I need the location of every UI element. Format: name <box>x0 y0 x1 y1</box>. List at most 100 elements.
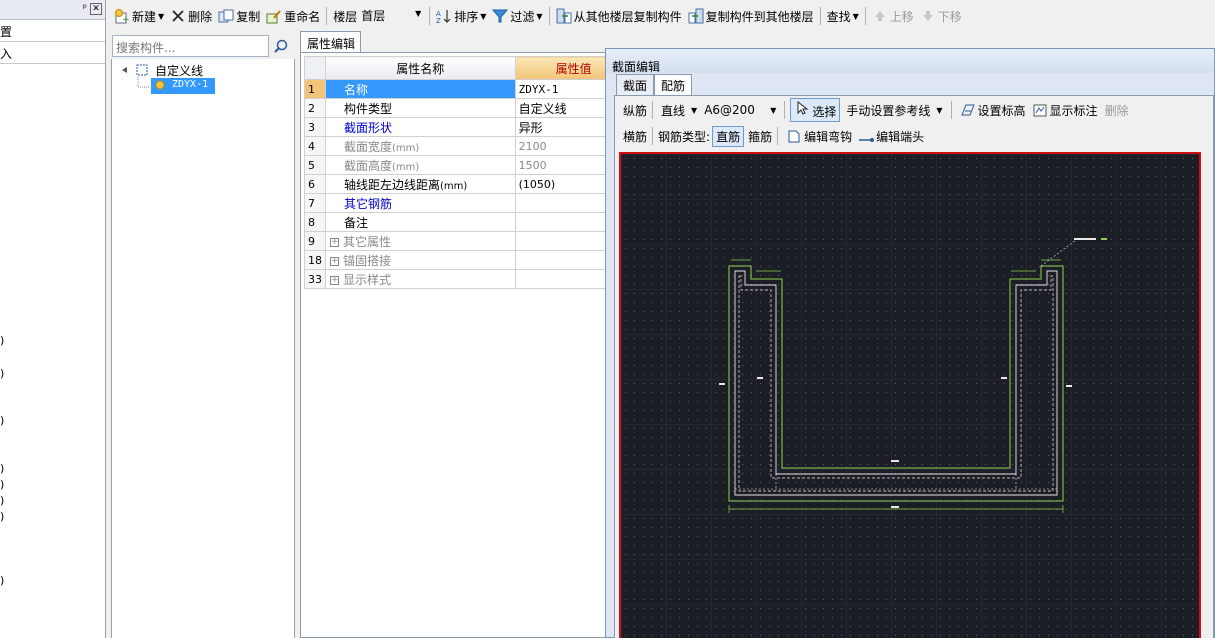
copy-from-floor-button[interactable]: 从其他楼层复制构件 <box>553 5 685 27</box>
left-panel-text: ) <box>0 494 5 507</box>
delete-label: 删除 <box>188 9 213 24</box>
table-row[interactable]: 8 备注 <box>304 212 608 232</box>
move-down-button[interactable]: 下移 <box>917 5 965 27</box>
table-row[interactable]: 1 名称 ZDYX-1 <box>304 79 608 99</box>
property-group-cell[interactable]: + 锚固搭接 <box>325 250 516 270</box>
manual-reference-label: 手动设置参考线 <box>846 103 931 118</box>
tree-child-selection[interactable]: ZDYX-1 <box>151 78 215 94</box>
index-header <box>304 56 326 80</box>
delete-button[interactable]: 删除 <box>1105 102 1129 119</box>
row-index: 6 <box>304 174 326 194</box>
table-row[interactable]: 3 截面形状 异形 <box>304 117 608 137</box>
copy-from-floor-icon <box>556 8 572 24</box>
left-panel-item[interactable]: 入 <box>0 42 105 64</box>
copy-button[interactable]: 复制 <box>215 5 263 27</box>
table-row[interactable]: 6 轴线距左边线距离(mm) (1050) <box>304 174 608 194</box>
toolbar-separator <box>819 7 821 25</box>
move-up-button[interactable]: 上移 <box>869 5 917 27</box>
property-name[interactable]: 其它钢筋 <box>325 193 516 213</box>
floor-selector[interactable]: 楼层 首层 ▼ <box>330 5 426 27</box>
pin-icon[interactable]: ᵖ <box>83 3 87 14</box>
show-marks-button[interactable]: 显示标注 <box>1032 102 1098 119</box>
property-value[interactable]: ZDYX-1 <box>514 79 608 99</box>
property-name[interactable]: 备注 <box>325 212 516 232</box>
toolbar-separator <box>548 7 550 25</box>
toolbar-separator <box>784 101 786 119</box>
expand-plus-icon[interactable]: + <box>330 256 339 266</box>
dimension-label <box>891 460 899 462</box>
manual-reference-line-dropdown[interactable]: 手动设置参考线 ▼ <box>846 102 942 119</box>
table-row[interactable]: 9 + 其它属性 <box>304 231 608 251</box>
line-type-dropdown[interactable]: 直线 ▼ <box>661 102 697 119</box>
table-row[interactable]: 18 + 锚固搭接 <box>304 250 608 270</box>
property-value[interactable]: (1050) <box>514 174 608 194</box>
property-value[interactable]: 2100 <box>514 136 608 156</box>
property-group-cell[interactable]: + 显示样式 <box>325 269 516 289</box>
component-icon <box>154 79 166 94</box>
property-name[interactable]: 构件类型 <box>325 98 516 118</box>
rename-label: 重命名 <box>284 9 321 24</box>
floor-dropdown[interactable]: 首层 ▼ <box>361 7 423 25</box>
rebar-spec-dropdown[interactable]: A6@200 ▼ <box>704 103 776 117</box>
cad-drawing[interactable] <box>621 154 1201 638</box>
tab-property-edit[interactable]: 属性编辑 <box>300 31 361 52</box>
copy-to-floor-icon <box>688 8 704 24</box>
property-name-cell[interactable]: 截面宽度(mm) <box>325 136 516 156</box>
find-button[interactable]: 查找 ▼ <box>824 5 862 27</box>
property-value[interactable] <box>514 193 608 213</box>
stirrup-button[interactable]: 箍筋 <box>748 128 772 145</box>
component-tree: 自定义线 ZDYX-1 <box>111 59 295 638</box>
longitudinal-label: 纵筋 <box>623 103 648 118</box>
edit-hook-button[interactable]: 编辑弯钩 <box>786 128 852 145</box>
sort-label: 排序 <box>454 9 479 24</box>
property-value[interactable] <box>514 212 608 232</box>
search-input[interactable]: 搜索构件... <box>112 35 269 57</box>
toolbar-separator <box>864 7 866 25</box>
property-name-cell[interactable]: 轴线距左边线距离(mm) <box>325 174 516 194</box>
table-row[interactable]: 2 构件类型 自定义线 <box>304 98 608 118</box>
property-value[interactable]: 异形 <box>514 117 608 137</box>
filter-label: 过滤 <box>510 9 535 24</box>
filter-button[interactable]: 过滤 ▼ <box>489 5 545 27</box>
tab-section[interactable]: 截面 <box>616 74 655 95</box>
property-value[interactable] <box>514 250 608 270</box>
section-drawing-canvas[interactable] <box>619 152 1201 638</box>
property-value[interactable] <box>514 269 608 289</box>
delete-button[interactable]: 删除 <box>167 5 215 27</box>
table-row[interactable]: 33 + 显示样式 <box>304 269 608 289</box>
left-panel-text: ) <box>0 462 5 475</box>
property-group-cell[interactable]: + 其它属性 <box>325 231 516 251</box>
set-elevation-button[interactable]: 设置标高 <box>960 102 1026 119</box>
sort-button[interactable]: AZ 排序 ▼ <box>433 5 489 27</box>
table-row[interactable]: 7 其它钢筋 <box>304 193 608 213</box>
tree-root-label[interactable]: 自定义线 <box>155 62 203 79</box>
new-button[interactable]: + 新建 ▼ <box>111 5 167 27</box>
copy-to-floor-button[interactable]: 复制构件到其他楼层 <box>685 5 817 27</box>
property-name[interactable]: 名称 <box>325 79 516 99</box>
rename-button[interactable]: 重命名 <box>263 5 323 27</box>
toolbar-separator <box>652 101 654 119</box>
toolbar-separator <box>652 127 654 145</box>
expand-plus-icon[interactable]: + <box>330 237 339 247</box>
column-header-value[interactable]: 属性值 <box>514 56 608 80</box>
expand-plus-icon[interactable]: + <box>330 275 339 285</box>
table-row[interactable]: 4 截面宽度(mm) 2100 <box>304 136 608 156</box>
property-name[interactable]: 截面形状 <box>325 117 516 137</box>
property-value[interactable]: 自定义线 <box>514 98 608 118</box>
property-value[interactable]: 1500 <box>514 155 608 175</box>
column-header-name[interactable]: 属性名称 <box>325 56 516 80</box>
reinforcement-panel: 纵筋 直线 ▼ A6@200 ▼ 选择 手动设置参考线 ▼ 设置标高 显示标注 删除 … <box>614 95 1214 638</box>
chevron-down-icon: ▼ <box>691 105 698 115</box>
table-row[interactable]: 5 截面高度(mm) 1500 <box>304 155 608 175</box>
close-icon[interactable]: ✕ <box>90 3 102 15</box>
property-name-cell[interactable]: 截面高度(mm) <box>325 155 516 175</box>
floor-label: 楼层 <box>333 9 358 24</box>
property-value[interactable] <box>514 231 608 251</box>
tab-reinforcement[interactable]: 配筋 <box>654 74 693 95</box>
select-button[interactable]: 选择 <box>790 98 841 122</box>
left-panel-item[interactable]: 置 <box>0 20 105 42</box>
copy-from-floor-label: 从其他楼层复制构件 <box>573 9 682 24</box>
edit-end-button[interactable]: 编辑端头 <box>858 128 924 145</box>
search-button[interactable] <box>270 35 293 57</box>
straight-rebar-button[interactable]: 直筋 <box>712 125 745 147</box>
